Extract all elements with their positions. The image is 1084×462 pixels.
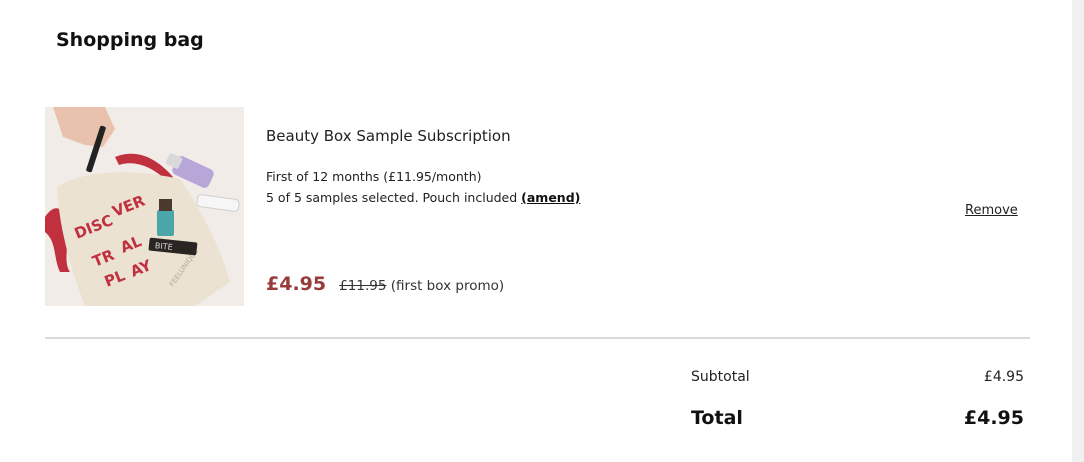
product-name: Beauty Box Sample Subscription <box>266 127 511 145</box>
subtotal-value: £4.95 <box>983 369 1024 385</box>
teal-bottle-cap <box>159 199 172 211</box>
beauty-box-photo: DISC VER TR AL PL AY FEELUNIQUE BITE <box>45 107 244 306</box>
samples-text: 5 of 5 samples selected. Pouch included <box>266 190 522 205</box>
lipstick-text: BITE <box>154 241 173 252</box>
promo-note: (first box promo) <box>386 278 505 294</box>
product-image[interactable]: DISC VER TR AL PL AY FEELUNIQUE BITE <box>45 107 244 306</box>
remove-link[interactable]: Remove <box>965 203 1018 218</box>
total-label: Total <box>691 407 743 429</box>
amend-link[interactable]: (amend) <box>521 190 580 205</box>
page-title: Shopping bag <box>56 29 204 51</box>
divider <box>45 337 1030 339</box>
total-value: £4.95 <box>963 407 1024 429</box>
price-row: £4.95 £11.95 (first box promo) <box>266 273 504 295</box>
subscription-plan-text: First of 12 months (£11.95/month) <box>266 169 482 184</box>
samples-selected-text: 5 of 5 samples selected. Pouch included … <box>266 190 580 205</box>
subtotal-label: Subtotal <box>691 369 750 385</box>
page-scrollbar[interactable] <box>1072 0 1084 462</box>
original-price: £11.95 <box>339 278 387 294</box>
teal-bottle-shape <box>157 210 174 236</box>
current-price: £4.95 <box>266 273 327 295</box>
